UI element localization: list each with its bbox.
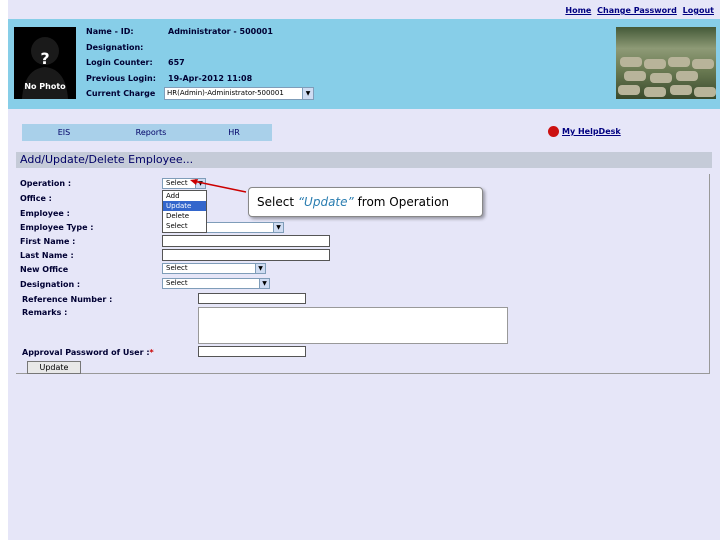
name-value: Administrator - 500001 <box>168 27 273 36</box>
callout-emphasis: “Update” <box>297 195 354 209</box>
update-button[interactable]: Update <box>27 361 81 374</box>
previous-login-value: 19-Apr-2012 11:08 <box>168 73 253 83</box>
operation-option-delete[interactable]: Delete <box>163 211 206 221</box>
page-title: Add/Update/Delete Employee... <box>20 153 194 166</box>
last-name-label: Last Name : <box>20 251 74 260</box>
current-charge-value: HR(Admin)-Administrator-500001 <box>167 89 284 97</box>
reference-number-label: Reference Number : <box>22 295 113 304</box>
chevron-down-icon: ▼ <box>273 223 283 232</box>
change-password-link[interactable]: Change Password <box>597 6 677 15</box>
unknown-photo-mark: ? <box>40 49 50 68</box>
office-label: Office : <box>20 194 52 203</box>
current-charge-select[interactable]: HR(Admin)-Administrator-500001 ▼ <box>164 87 314 100</box>
new-office-value: Select <box>166 264 188 272</box>
operation-option-update[interactable]: Update <box>163 201 206 211</box>
required-mark: * <box>149 348 154 357</box>
helpdesk-link[interactable]: My HelpDesk <box>548 126 621 137</box>
designation-field-label: Designation : <box>20 280 81 289</box>
reference-number-input[interactable] <box>198 293 306 304</box>
approval-password-label: Approval Password of User :* <box>22 348 154 357</box>
chevron-down-icon: ▼ <box>302 88 313 99</box>
photo-caption: No Photo <box>24 82 66 91</box>
chevron-down-icon: ▼ <box>255 264 265 273</box>
main-nav: EIS Reports HR <box>22 124 272 141</box>
home-link[interactable]: Home <box>565 6 591 15</box>
employee-label: Employee : <box>20 209 70 218</box>
remarks-textarea[interactable] <box>198 307 508 344</box>
previous-login-label: Previous Login: <box>86 73 156 83</box>
new-office-label: New Office <box>20 265 69 274</box>
login-counter-value: 657 <box>168 58 185 67</box>
page-title-bar: Add/Update/Delete Employee... <box>16 152 712 168</box>
first-name-label: First Name : <box>20 237 76 246</box>
logout-link[interactable]: Logout <box>683 6 714 15</box>
callout-suffix: from Operation <box>353 195 450 209</box>
login-counter-label: Login Counter: <box>86 58 153 67</box>
tab-eis[interactable]: EIS <box>22 124 106 141</box>
tab-hr[interactable]: HR <box>196 124 272 141</box>
operation-select-value: Select <box>166 179 188 187</box>
new-office-select[interactable]: Select ▼ <box>162 263 266 274</box>
remarks-label: Remarks : <box>22 308 68 317</box>
current-charge-label: Current Charge <box>86 89 156 98</box>
helpdesk-label: My HelpDesk <box>562 127 621 136</box>
red-circle-icon <box>548 126 559 137</box>
instruction-callout: Select “Update” from Operation <box>248 187 483 217</box>
approval-password-input[interactable] <box>198 346 306 357</box>
last-name-input[interactable] <box>162 249 330 261</box>
operation-dropdown-list: Add Update Delete Select <box>162 190 207 233</box>
designation-label: Designation: <box>86 42 144 52</box>
operation-option-select[interactable]: Select <box>163 221 206 231</box>
name-label: Name - ID: <box>86 27 134 36</box>
profile-header: ? No Photo Name - ID: Administrator - 500… <box>8 19 720 109</box>
operation-label: Operation : <box>20 179 72 188</box>
tab-reports[interactable]: Reports <box>106 124 196 141</box>
avatar: ? No Photo <box>14 27 76 99</box>
page-shell: Home Change Password Logout ? No Photo N… <box>8 0 720 540</box>
designation-select[interactable]: Select ▼ <box>162 278 270 289</box>
employee-type-label: Employee Type : <box>20 223 94 232</box>
designation-select-value: Select <box>166 279 188 287</box>
callout-prefix: Select <box>257 195 298 209</box>
warehouse-sacks-image <box>616 27 716 99</box>
approval-password-label-text: Approval Password of User : <box>22 348 150 357</box>
first-name-input[interactable] <box>162 235 330 247</box>
chevron-down-icon: ▼ <box>259 279 269 288</box>
top-links: Home Change Password Logout <box>562 6 714 15</box>
callout-arrow <box>190 179 247 193</box>
